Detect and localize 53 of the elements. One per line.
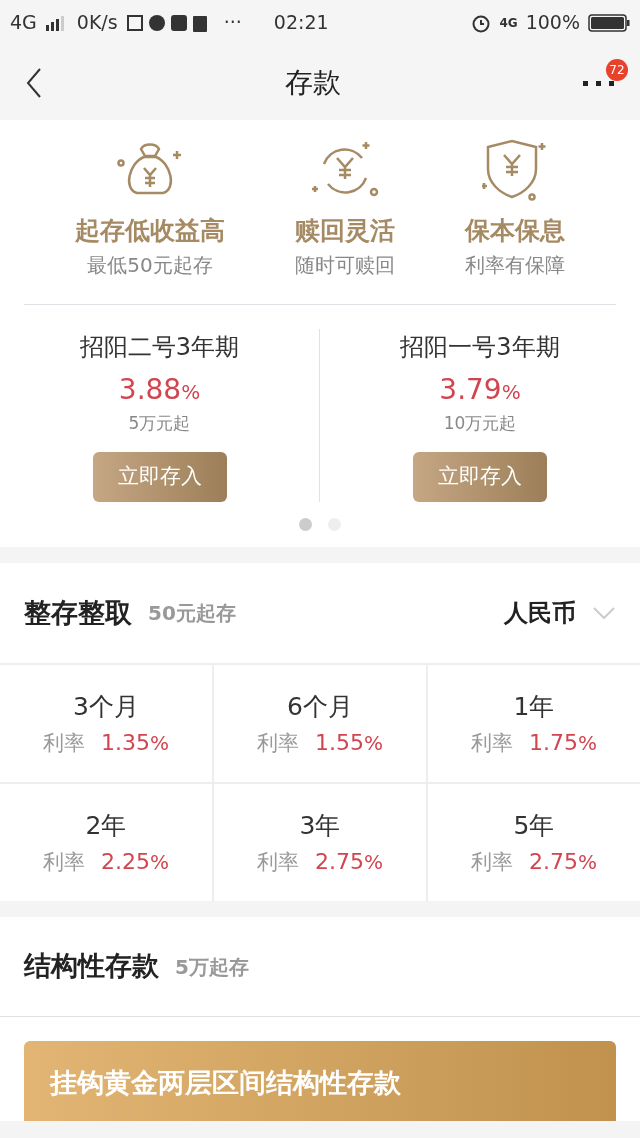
rate-label: 利率 [471, 729, 513, 757]
back-icon[interactable] [24, 66, 44, 99]
section-note: 50元起存 [148, 600, 236, 627]
clock: 02:21 [273, 10, 329, 36]
feature-title: 赎回灵活 [295, 215, 395, 247]
feature-subtitle: 最低50元起存 [87, 251, 213, 279]
interest-rate: 1.35% [101, 728, 169, 757]
more-icon[interactable] [582, 78, 616, 88]
shield-icon [482, 139, 548, 201]
feature-title: 保本保息 [465, 215, 565, 247]
term-label: 1年 [513, 691, 555, 723]
notification-badge: 72 [606, 58, 628, 81]
interest-rate: 3.79% [439, 371, 521, 408]
interest-rate: 2.25% [101, 847, 169, 876]
term-label: 3年 [299, 810, 341, 842]
speed-label: 0K/s [76, 10, 118, 36]
interest-rate: 2.75% [529, 847, 597, 876]
battery-label: 100% [525, 10, 580, 36]
minimum-amount: 5万元起 [128, 411, 191, 435]
rate-label: 利率 [257, 729, 299, 757]
network-label: 4G [10, 10, 37, 36]
interest-rate: 2.75% [315, 847, 383, 876]
battery-icon [588, 13, 630, 32]
product-name: 招阳一号3年期 [400, 331, 560, 363]
carousel-dot[interactable] [299, 518, 312, 531]
currency-dropdown[interactable]: 人民币 [504, 595, 616, 631]
term-label: 3个月 [73, 691, 139, 723]
feature-subtitle: 利率有保障 [465, 251, 565, 279]
minimum-amount: 10万元起 [443, 411, 517, 435]
rate-label: 利率 [43, 848, 85, 876]
feature-subtitle: 随时可赎回 [295, 251, 395, 279]
product-name: 招阳二号3年期 [79, 331, 240, 363]
product-banner[interactable]: 挂钩黄金两层区间结构性存款 [24, 1041, 616, 1121]
interest-rate: 1.75% [529, 728, 597, 757]
rate-label: 利率 [471, 848, 513, 876]
network-label: 4G [499, 14, 518, 32]
term-label: 6个月 [287, 691, 353, 723]
interest-rate: 3.88% [118, 371, 201, 408]
rate-label: 利率 [257, 848, 299, 876]
deposit-button[interactable]: 立即存入 [413, 452, 547, 502]
term-label: 5年 [513, 810, 555, 842]
rate-label: 利率 [43, 729, 85, 757]
section-title: 整存整取 [24, 595, 132, 630]
signal-icon [44, 14, 65, 31]
chevron-down-icon [592, 606, 616, 620]
page-title: 存款 [285, 64, 341, 101]
more-notifications: ··· [223, 10, 242, 36]
section-note: 5万起存 [175, 953, 249, 981]
term-label: 2年 [85, 810, 127, 842]
feature-title: 起存低收益高 [75, 215, 225, 247]
interest-rate: 1.55% [315, 728, 383, 757]
section-title: 结构性存款 [24, 949, 159, 984]
deposit-button[interactable]: 立即存入 [92, 452, 227, 502]
